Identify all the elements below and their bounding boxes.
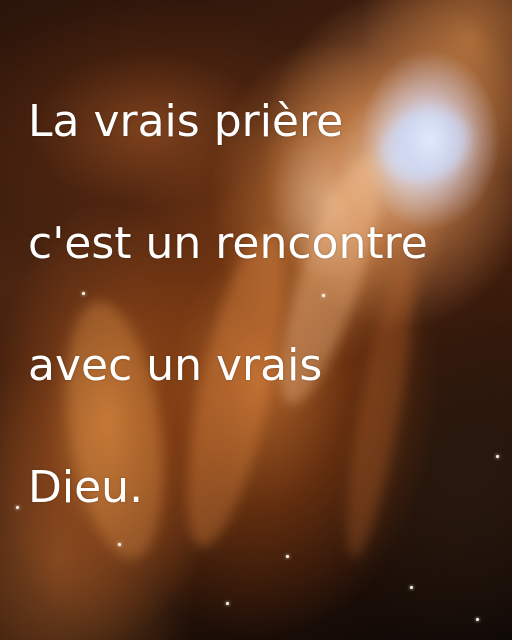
- quote-line: c'est un rencontre: [28, 218, 428, 269]
- star: [16, 506, 19, 509]
- quote-line: Dieu.: [28, 462, 144, 513]
- quote-line: La vrais prière: [28, 96, 344, 147]
- star: [226, 602, 229, 605]
- star: [476, 618, 479, 621]
- quote-line: avec un vrais: [28, 340, 323, 391]
- quote-text: La vrais prière c'est un rencontre avec …: [28, 30, 498, 579]
- star: [410, 586, 413, 589]
- nebula-background: La vrais prière c'est un rencontre avec …: [0, 0, 512, 640]
